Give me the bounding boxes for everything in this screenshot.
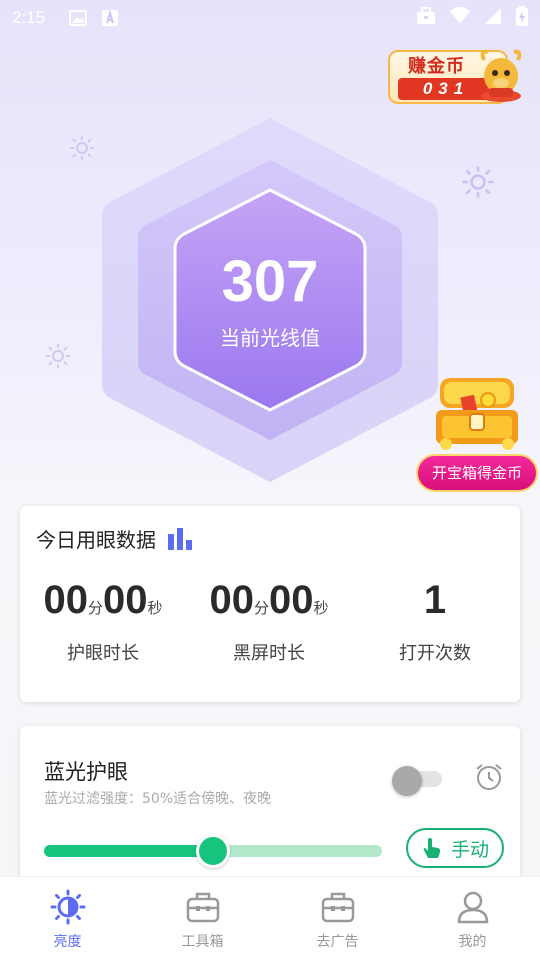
toggle-knob [392, 766, 422, 796]
nav-label: 去广告 [316, 934, 359, 950]
light-meter: 307 当前光线值 [90, 110, 450, 490]
sun-decoration-icon [462, 166, 494, 198]
bar-chart-icon [168, 527, 192, 550]
nav-item-toolbox[interactable]: 工具箱 [135, 877, 270, 960]
brightness-icon [50, 889, 85, 925]
text-notification-icon [101, 10, 119, 26]
open-count: 1 打开次数 [352, 578, 518, 665]
briefcase-icon [416, 7, 436, 29]
hand-tap-icon [423, 838, 441, 858]
slider-thumb[interactable] [196, 834, 230, 868]
stat-minutes: 00 [209, 578, 254, 622]
sun-decoration-icon [46, 344, 70, 368]
image-notification-icon [69, 10, 88, 26]
today-card-title: 今日用眼数据 [36, 528, 156, 552]
blue-light-card: 蓝光护眼 蓝光过滤强度：50%适合傍晚、夜晚 手动 [20, 726, 520, 886]
alarm-clock-icon[interactable] [474, 762, 504, 792]
open-treasure-button[interactable]: 开宝箱得金币 [416, 454, 538, 492]
stat-minutes-unit: 分 [87, 599, 103, 617]
remove-ads-icon [321, 892, 354, 923]
stat-minutes-unit: 分 [253, 599, 269, 617]
nav-label: 工具箱 [181, 934, 224, 950]
black-screen-duration: 00分00秒 黑屏时长 [186, 578, 352, 665]
blue-light-intensity-slider[interactable] [44, 834, 382, 868]
stat-label: 黑屏时长 [233, 643, 305, 664]
stat-seconds: 00 [103, 578, 148, 622]
eye-protection-duration: 00分00秒 护眼时长 [20, 578, 186, 665]
status-time: 2:15 [12, 8, 46, 27]
today-card-header: 今日用眼数据 [36, 524, 192, 553]
nav-label: 我的 [458, 934, 487, 950]
battery-icon [516, 6, 528, 30]
treasure-chest-icon[interactable] [432, 374, 522, 454]
bottom-nav: 亮度 工具箱 去广告 我的 [0, 876, 540, 960]
wifi-icon [450, 7, 470, 29]
nav-label: 亮度 [53, 934, 82, 950]
stat-seconds-unit: 秒 [147, 599, 163, 617]
manual-mode-label: 手动 [450, 838, 489, 861]
stat-count: 1 [423, 578, 447, 622]
nav-item-profile[interactable]: 我的 [405, 877, 540, 960]
stat-label: 打开次数 [399, 643, 471, 664]
stat-seconds: 00 [269, 578, 314, 622]
light-value-label: 当前光线值 [220, 326, 320, 350]
nav-item-remove-ads[interactable]: 去广告 [270, 877, 405, 960]
today-eye-data-card: 今日用眼数据 00分00秒 护眼时长 00分00秒 黑屏时长 1 打开次数 [20, 506, 520, 702]
stat-seconds-unit: 秒 [313, 599, 329, 617]
blue-light-title: 蓝光护眼 [44, 760, 128, 784]
status-bar: 2:15 [0, 0, 540, 36]
blue-light-subtitle: 蓝光过滤强度：50%适合傍晚、夜晚 [44, 791, 272, 807]
manual-mode-button[interactable]: 手动 [406, 828, 504, 868]
coin-widget-title: 赚金币 [408, 56, 465, 77]
earn-coins-widget[interactable]: 赚金币 031 [388, 46, 528, 106]
stat-minutes: 00 [43, 578, 88, 622]
blue-light-toggle[interactable] [392, 766, 442, 796]
bull-mascot-icon [480, 49, 522, 102]
signal-icon [484, 7, 502, 29]
slider-fill [44, 845, 213, 857]
sun-decoration-icon [383, 385, 403, 405]
stat-label: 护眼时长 [67, 643, 139, 664]
nav-item-brightness[interactable]: 亮度 [0, 877, 135, 960]
light-value: 307 [221, 249, 319, 314]
profile-icon [457, 891, 488, 924]
toolbox-icon [186, 892, 219, 923]
sun-decoration-icon [70, 136, 94, 160]
